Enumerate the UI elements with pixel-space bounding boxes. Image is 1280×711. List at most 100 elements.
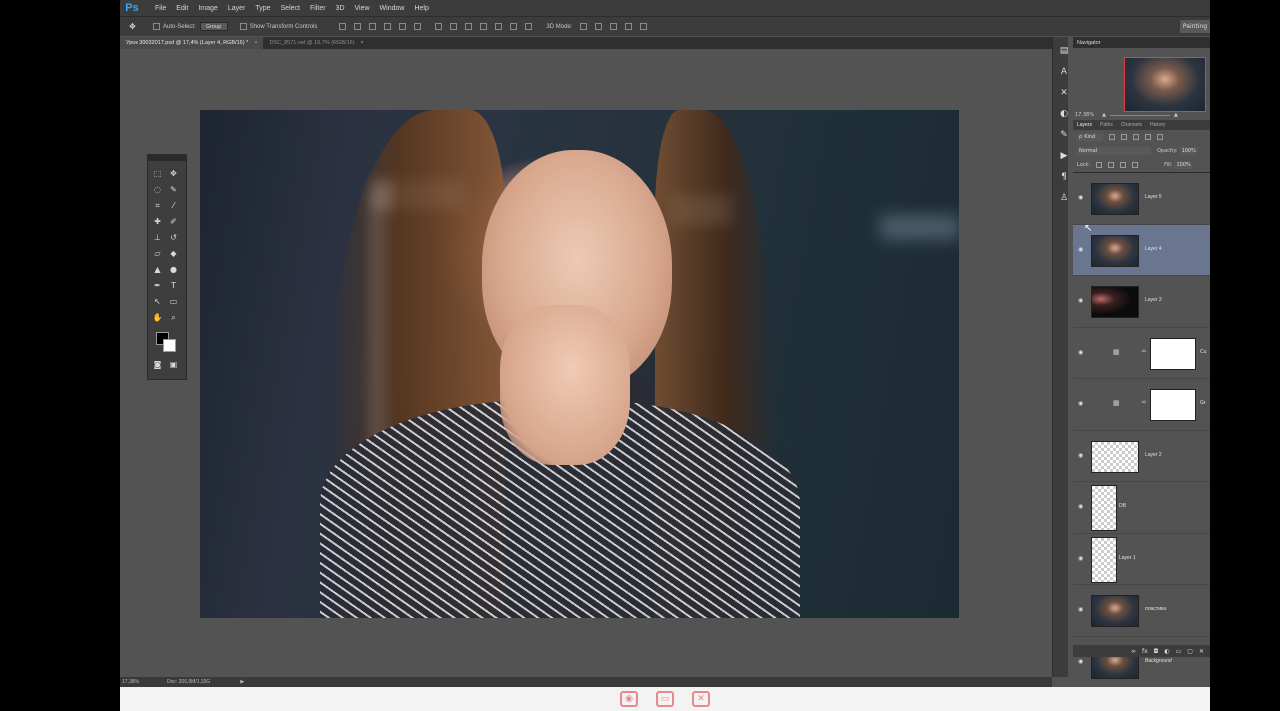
auto-select-checkbox[interactable] (153, 23, 160, 30)
layer-thumbnail[interactable] (1091, 183, 1139, 215)
menu-edit[interactable]: Edit (171, 5, 193, 12)
distribute-top-icon[interactable] (435, 23, 443, 30)
layer-thumbnail[interactable] (1091, 536, 1117, 583)
layer-row[interactable]: ◉ Layer 1 (1073, 534, 1210, 585)
close-icon[interactable]: × (254, 40, 257, 46)
hand-tool-icon[interactable]: ✋ (151, 311, 164, 324)
clone-stamp-tool-icon[interactable]: ⊥ (151, 231, 164, 244)
3d-scale-icon[interactable] (640, 23, 648, 30)
distribute-left-icon[interactable] (480, 23, 488, 30)
kind-filter-dropdown[interactable]: ρ Kind (1077, 133, 1103, 141)
zoom-tool-icon[interactable]: ⌕ (167, 311, 180, 324)
blur-tool-icon[interactable]: ▲ (151, 263, 164, 276)
tab-channels[interactable]: Channels (1117, 122, 1146, 128)
menu-image[interactable]: Image (193, 5, 222, 12)
trash-icon[interactable]: ✕ (1199, 648, 1204, 655)
add-mask-icon[interactable]: ◘ (1154, 648, 1159, 655)
filter-shape-icon[interactable] (1145, 134, 1151, 140)
filter-adjust-icon[interactable] (1121, 134, 1127, 140)
filter-type-icon[interactable] (1133, 134, 1139, 140)
workspace-switcher[interactable]: Painting (1180, 20, 1210, 33)
distribute-vcenter-icon[interactable] (450, 23, 458, 30)
fx-icon[interactable]: fx (1142, 648, 1148, 655)
align-hcenter-icon[interactable] (399, 23, 407, 30)
eraser-tool-icon[interactable]: ▱ (151, 247, 164, 260)
menu-select[interactable]: Select (276, 5, 305, 12)
new-layer-icon[interactable]: ▢ (1187, 648, 1193, 655)
new-group-icon[interactable]: ▭ (1176, 648, 1182, 655)
3d-drag-icon[interactable] (610, 23, 618, 30)
menu-window[interactable]: Window (375, 5, 410, 12)
background-color-swatch[interactable] (163, 339, 176, 352)
layer-row[interactable]: ◉ ▦ ∞ Gr (1073, 379, 1210, 431)
paragraph-icon[interactable]: ¶ (1058, 171, 1070, 183)
clone-icon[interactable]: ♙ (1058, 192, 1070, 204)
auto-align-icon[interactable] (525, 23, 533, 30)
layer-row[interactable]: ◉ Layer 3 (1073, 276, 1210, 328)
history-brush-tool-icon[interactable]: ↺ (167, 231, 180, 244)
show-transform-checkbox[interactable] (239, 23, 247, 30)
layer-thumbnail[interactable] (1091, 440, 1139, 473)
align-vcenter-icon[interactable] (354, 23, 362, 30)
3d-rotate-icon[interactable] (580, 23, 588, 30)
eyedropper-tool-icon[interactable]: ⁄ (167, 199, 180, 212)
quick-select-tool-icon[interactable]: ✎ (167, 183, 180, 196)
tab-active-document[interactable]: Урок 30032017.psd @ 17,4% (Layer 4, RGB/… (120, 37, 264, 49)
character-icon[interactable]: A (1058, 66, 1070, 78)
visibility-eye-icon[interactable]: ◉ (1078, 298, 1085, 304)
move-tool-icon[interactable]: ✥ (126, 20, 139, 33)
brush-tool-icon[interactable]: ✐ (167, 215, 180, 228)
status-menu-arrow-icon[interactable]: ▶ (240, 679, 244, 685)
history-icon[interactable]: ▤ (1058, 45, 1070, 57)
layer-thumbnail[interactable] (1091, 286, 1139, 318)
distribute-right-icon[interactable] (510, 23, 518, 30)
new-adjustment-icon[interactable]: ◐ (1164, 648, 1169, 655)
path-select-tool-icon[interactable]: ↖ (151, 295, 164, 308)
layer-row[interactable]: ◉ Layer 5 (1073, 173, 1210, 225)
layer-mask-thumbnail[interactable] (1150, 337, 1196, 370)
tab-navigator[interactable]: Navigator (1073, 40, 1105, 46)
visibility-eye-icon[interactable]: ◉ (1078, 349, 1085, 355)
adjust-icon[interactable]: ◐ (1058, 108, 1070, 120)
zoom-out-icon[interactable]: ▲ (1102, 112, 1106, 118)
menu-type[interactable]: Type (250, 5, 275, 12)
marquee-tool-icon[interactable]: ⬚ (151, 167, 164, 180)
pen-tool-icon[interactable]: ✒ (151, 279, 164, 292)
distribute-bottom-icon[interactable] (465, 23, 473, 30)
menu-layer[interactable]: Layer (223, 5, 251, 12)
visibility-eye-icon[interactable]: ◉ (1078, 607, 1085, 613)
menu-file[interactable]: File (150, 5, 171, 12)
3d-slide-icon[interactable] (625, 23, 633, 30)
visibility-eye-icon[interactable]: ◉ (1078, 555, 1085, 561)
blend-mode-dropdown[interactable]: Normal (1077, 147, 1151, 155)
menu-view[interactable]: View (350, 5, 375, 12)
link-chain-icon[interactable]: ∞ (1141, 347, 1147, 355)
layer-row[interactable]: ◉ Layer 4 (1073, 224, 1210, 276)
filter-smart-icon[interactable] (1157, 134, 1163, 140)
tab-layers[interactable]: Layers (1073, 122, 1096, 128)
dodge-tool-icon[interactable]: ● (167, 263, 180, 276)
brush-icon[interactable]: ✎ (1058, 129, 1070, 141)
zoom-slider[interactable] (1109, 114, 1170, 116)
tab-history[interactable]: History (1146, 122, 1170, 128)
visibility-eye-icon[interactable]: ◉ (1078, 246, 1085, 252)
tools-preset-icon[interactable]: ✕ (1058, 87, 1070, 99)
close-icon[interactable]: × (361, 40, 364, 46)
lock-pixels-icon[interactable] (1108, 162, 1115, 168)
layer-row[interactable]: ◉ ▦ ∞ Cu (1073, 328, 1210, 379)
align-left-icon[interactable] (384, 23, 392, 30)
navigator-preview[interactable] (1124, 57, 1206, 112)
lasso-tool-icon[interactable]: ◌ (151, 183, 164, 196)
visibility-eye-icon[interactable]: ◉ (1078, 452, 1085, 458)
visibility-eye-icon[interactable]: ◉ (1078, 504, 1085, 510)
canvas-area[interactable]: ⬚ ✥ ◌ ✎ ⌗ ⁄ ✚ ✐ ⊥ ↺ ▱ ◆ ▲ ● ✒ T ↖ ▭ ✋ ⌕ (120, 49, 1052, 677)
visibility-eye-icon[interactable]: ◉ (1078, 658, 1085, 664)
3d-roll-icon[interactable] (595, 23, 603, 30)
menu-help[interactable]: Help (409, 5, 433, 12)
lock-all-icon[interactable] (1132, 162, 1139, 168)
move-tool-icon[interactable]: ✥ (167, 167, 180, 180)
align-top-icon[interactable] (339, 23, 347, 30)
zoom-readout[interactable]: 17,38% (122, 679, 139, 685)
quick-mask-icon[interactable]: ◙ (151, 358, 164, 371)
paint-bucket-tool-icon[interactable]: ◆ (167, 247, 180, 260)
